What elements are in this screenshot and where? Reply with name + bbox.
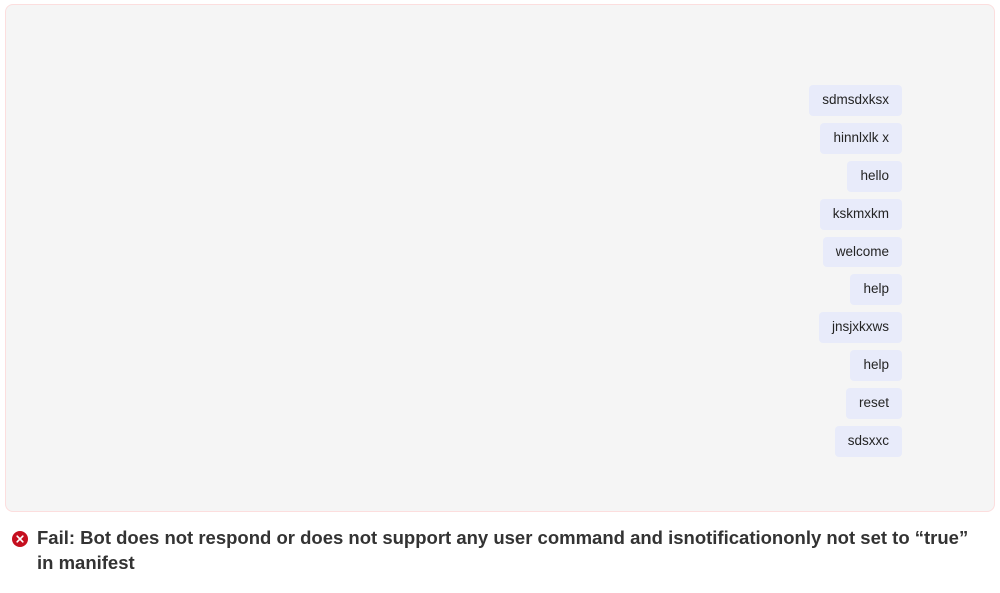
- message-list: sdmsdxksx hinnlxlk x hello kskmxkm welco…: [809, 85, 974, 457]
- user-message[interactable]: reset: [846, 388, 902, 419]
- user-message[interactable]: kskmxkm: [820, 199, 902, 230]
- user-message[interactable]: hello: [847, 161, 902, 192]
- validation-error-bar: Fail: Bot does not respond or does not s…: [0, 512, 1000, 576]
- user-message[interactable]: sdmsdxksx: [809, 85, 902, 116]
- validation-error-text: Fail: Bot does not respond or does not s…: [37, 526, 986, 576]
- user-message[interactable]: jnsjxkxws: [819, 312, 902, 343]
- user-message[interactable]: help: [850, 350, 902, 381]
- user-message[interactable]: help: [850, 274, 902, 305]
- user-message[interactable]: hinnlxlk x: [820, 123, 902, 154]
- user-message[interactable]: welcome: [823, 237, 902, 268]
- chat-panel: sdmsdxksx hinnlxlk x hello kskmxkm welco…: [5, 4, 995, 512]
- error-circle-icon: [12, 531, 28, 547]
- user-message[interactable]: sdsxxc: [835, 426, 902, 457]
